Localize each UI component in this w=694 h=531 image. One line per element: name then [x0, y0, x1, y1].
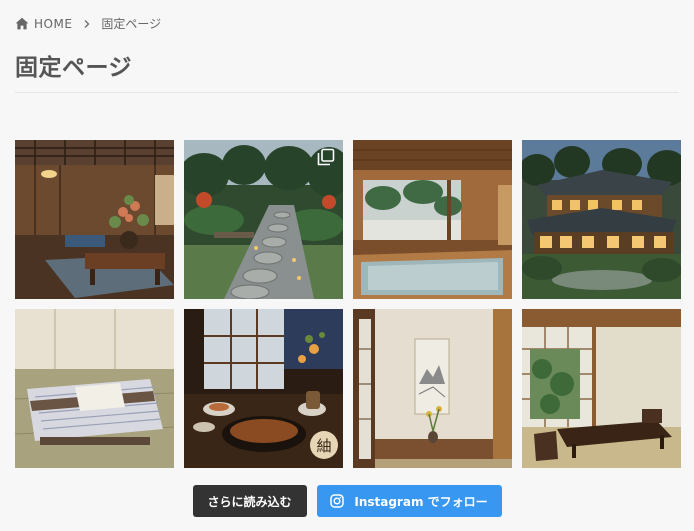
feed-image-ryokan-exterior[interactable] — [522, 140, 681, 299]
breadcrumb-current: 固定ページ — [101, 17, 162, 31]
instagram-icon — [330, 494, 345, 508]
page-title: 固定ページ — [15, 55, 133, 81]
kaiseki-meal-photo: 紬 — [184, 309, 343, 468]
folded-yukata-photo — [15, 309, 174, 468]
feed-image-garden-path[interactable] — [184, 140, 343, 299]
tokonoma-photo — [353, 309, 512, 468]
breadcrumb-home-link[interactable]: HOME — [15, 17, 72, 31]
logo-seal: 紬 — [316, 437, 331, 455]
living-room-photo — [15, 140, 174, 299]
home-icon — [15, 17, 29, 30]
feed-actions: さらに読み込む Instagram でフォロー — [0, 485, 694, 517]
feed-image-tatami-room[interactable] — [522, 309, 681, 468]
instagram-feed-grid: 紬 — [15, 140, 681, 468]
tatami-room-photo — [522, 309, 681, 468]
chevron-right-icon — [84, 19, 90, 28]
hinoki-bath-photo — [353, 140, 512, 299]
feed-image-tokonoma[interactable] — [353, 309, 512, 468]
feed-image-living-room[interactable] — [15, 140, 174, 299]
breadcrumb: HOME 固定ページ — [15, 15, 161, 32]
feed-image-hinoki-bath[interactable] — [353, 140, 512, 299]
instagram-follow-button[interactable]: Instagram でフォロー — [316, 485, 502, 517]
instagram-follow-label: Instagram でフォロー — [354, 494, 488, 509]
feed-image-folded-yukata[interactable] — [15, 309, 174, 468]
multiple-images-icon — [317, 148, 335, 166]
breadcrumb-home-label[interactable]: HOME — [34, 17, 72, 31]
load-more-button[interactable]: さらに読み込む — [192, 485, 307, 517]
title-divider — [15, 92, 679, 93]
ryokan-exterior-photo — [522, 140, 681, 299]
feed-image-kaiseki-meal[interactable]: 紬 — [184, 309, 343, 468]
